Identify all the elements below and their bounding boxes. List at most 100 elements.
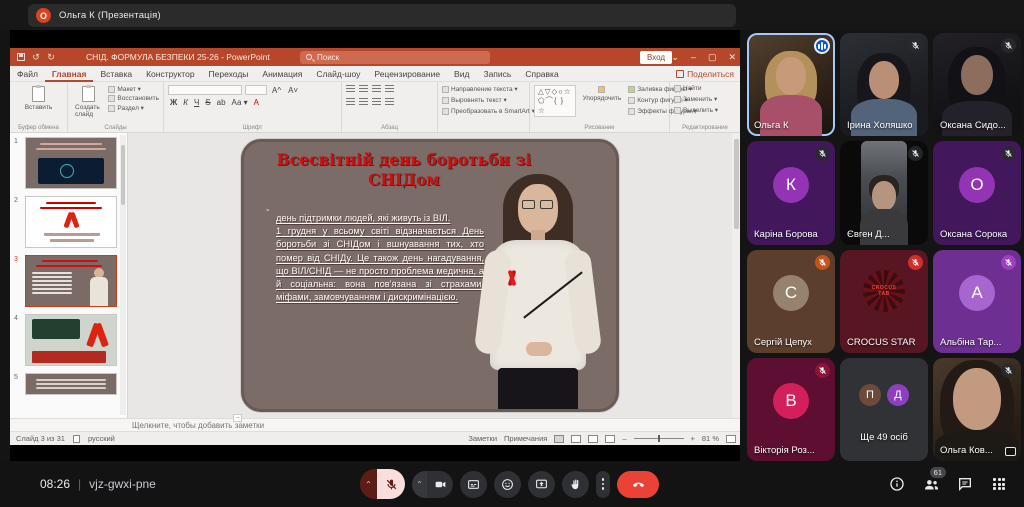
zoom-out-icon[interactable]: –	[622, 434, 626, 443]
slide-thumb-5[interactable]	[25, 373, 117, 395]
minimize-icon[interactable]: –	[691, 52, 696, 62]
find-button[interactable]: Найти	[674, 85, 736, 92]
font-size-box[interactable]	[245, 85, 267, 95]
camera-button[interactable]: ⌃	[412, 471, 453, 498]
select-button[interactable]: Выделить ▾	[674, 106, 736, 114]
font-color-button[interactable]: А	[252, 98, 261, 107]
tile-viktoria[interactable]: В Вікторія Роз...	[747, 358, 835, 461]
camera-options-chevron[interactable]: ⌃	[412, 471, 427, 498]
mic-button-muted[interactable]: ⌃	[360, 469, 405, 499]
justify-icon[interactable]	[385, 98, 394, 106]
comments-toggle[interactable]: Примечания	[504, 434, 547, 443]
activities-grid-button[interactable]	[990, 475, 1008, 493]
shrink-font-button[interactable]: А˅	[286, 86, 300, 95]
reactions-button[interactable]	[494, 471, 521, 498]
camera-icon[interactable]	[427, 471, 453, 498]
tile-albina[interactable]: А Альбіна Тар...	[933, 250, 1021, 353]
align-text-button[interactable]: Выровнять текст ▾	[442, 96, 525, 104]
font-name-box[interactable]	[168, 85, 242, 95]
ribbon-display-icon[interactable]: ⌄	[671, 52, 679, 63]
numbering-icon[interactable]	[359, 85, 368, 93]
fit-window-icon[interactable]	[726, 435, 736, 443]
align-left-icon[interactable]	[346, 98, 355, 106]
notes-toggle[interactable]: Заметки	[468, 434, 497, 443]
present-button[interactable]	[528, 471, 555, 498]
paste-button[interactable]: Вставить	[14, 85, 63, 112]
tile-karina[interactable]: К Каріна Борова	[747, 141, 835, 244]
tab-record[interactable]: Запись	[476, 66, 518, 82]
notes-pane[interactable]: – Щелкните, чтобы добавить заметки	[10, 418, 740, 431]
close-icon[interactable]: ✕	[728, 52, 736, 63]
accessibility-icon[interactable]	[73, 435, 80, 443]
save-icon[interactable]	[16, 52, 26, 62]
ppt-share-button[interactable]: Поделиться	[676, 66, 734, 82]
replace-button[interactable]: Заменить ▾	[674, 95, 736, 103]
layout-button[interactable]: Макет ▾	[108, 85, 159, 93]
tab-slideshow[interactable]: Слайд-шоу	[309, 66, 367, 82]
normal-view-icon[interactable]	[554, 435, 564, 443]
mic-options-chevron[interactable]: ⌃	[360, 469, 377, 499]
tile-olga-kov[interactable]: Ольга Ков...	[933, 358, 1021, 461]
reset-button[interactable]: Восстановить	[108, 95, 159, 102]
tile-more-participants[interactable]: П Д Ще 49 осіб	[840, 358, 928, 461]
smartart-button[interactable]: Преобразовать в SmartArt ▾	[442, 107, 525, 115]
signin-button[interactable]: Вход	[640, 51, 672, 64]
slide-thumb-4[interactable]	[25, 314, 117, 366]
language-indicator[interactable]: русский	[88, 434, 115, 443]
tile-sergiy[interactable]: С Сергій Цепух	[747, 250, 835, 353]
tab-transitions[interactable]: Переходы	[202, 66, 256, 82]
info-button[interactable]	[888, 475, 906, 493]
redo-icon[interactable]: ↻	[46, 52, 56, 62]
ppt-search-box[interactable]: Поиск	[300, 51, 490, 64]
align-right-icon[interactable]	[372, 98, 381, 106]
tab-help[interactable]: Справка	[518, 66, 565, 82]
italic-button[interactable]: К	[181, 98, 190, 107]
zoom-slider[interactable]	[634, 438, 684, 439]
thumbnail-scrollbar[interactable]	[120, 135, 126, 415]
tab-view[interactable]: Вид	[447, 66, 476, 82]
align-center-icon[interactable]	[359, 98, 368, 106]
zoom-in-icon[interactable]: +	[691, 434, 695, 443]
bold-button[interactable]: Ж	[168, 98, 179, 107]
line-spacing-icon[interactable]	[385, 85, 394, 93]
notes-splitter[interactable]: –	[233, 414, 242, 422]
shapes-gallery[interactable]: △▽◇○☆ ⬠⌒{ }☆	[534, 85, 576, 117]
strikethrough-button[interactable]: S	[203, 98, 212, 107]
presentation-title-pill[interactable]: O Ольга К (Презентація)	[28, 4, 736, 27]
reading-view-icon[interactable]	[588, 435, 598, 443]
underline-button[interactable]: Ч	[192, 98, 201, 107]
indent-icon[interactable]	[372, 85, 381, 93]
section-button[interactable]: Раздел ▾	[108, 104, 159, 112]
tab-review[interactable]: Рецензирование	[367, 66, 447, 82]
people-button[interactable]: 61	[922, 475, 940, 493]
tab-animations[interactable]: Анимация	[255, 66, 309, 82]
captions-button[interactable]	[460, 471, 487, 498]
slide-scrollbar[interactable]	[732, 133, 740, 418]
restore-icon[interactable]: ▢	[708, 52, 717, 63]
arrange-button[interactable]: Упорядочить	[580, 85, 625, 103]
tile-yevgen[interactable]: Євген Д...	[840, 141, 928, 244]
current-slide-canvas[interactable]: Всесвітній день боротьби зі СНІДом - ден…	[241, 139, 619, 412]
tile-oksana-soroka[interactable]: О Оксана Сорока	[933, 141, 1021, 244]
chat-button[interactable]	[956, 475, 974, 493]
tab-insert[interactable]: Вставка	[93, 66, 139, 82]
undo-icon[interactable]: ↺	[31, 52, 41, 62]
text-direction-button[interactable]: Направление текста ▾	[442, 85, 525, 93]
expand-tile-icon[interactable]	[1005, 447, 1016, 456]
new-slide-button[interactable]: Создать слайд	[72, 85, 104, 119]
tab-home[interactable]: Главная	[45, 66, 94, 82]
sorter-view-icon[interactable]	[571, 435, 581, 443]
tile-iryna[interactable]: Ірина Холяшко	[840, 33, 928, 136]
change-case-button[interactable]: Аа ▾	[230, 98, 250, 107]
bullets-icon[interactable]	[346, 85, 355, 93]
tab-design[interactable]: Конструктор	[139, 66, 201, 82]
slide-thumb-3-selected[interactable]	[25, 255, 117, 307]
more-options-button[interactable]	[596, 471, 610, 498]
tab-file[interactable]: Файл	[10, 66, 45, 82]
char-spacing-button[interactable]: ab	[215, 98, 228, 107]
slide-thumb-1[interactable]	[25, 137, 117, 189]
tile-olga-k[interactable]: Ольга К	[747, 33, 835, 136]
slideshow-icon[interactable]	[605, 435, 615, 443]
zoom-level[interactable]: 81 %	[702, 434, 719, 443]
slide-thumb-2[interactable]	[25, 196, 117, 248]
